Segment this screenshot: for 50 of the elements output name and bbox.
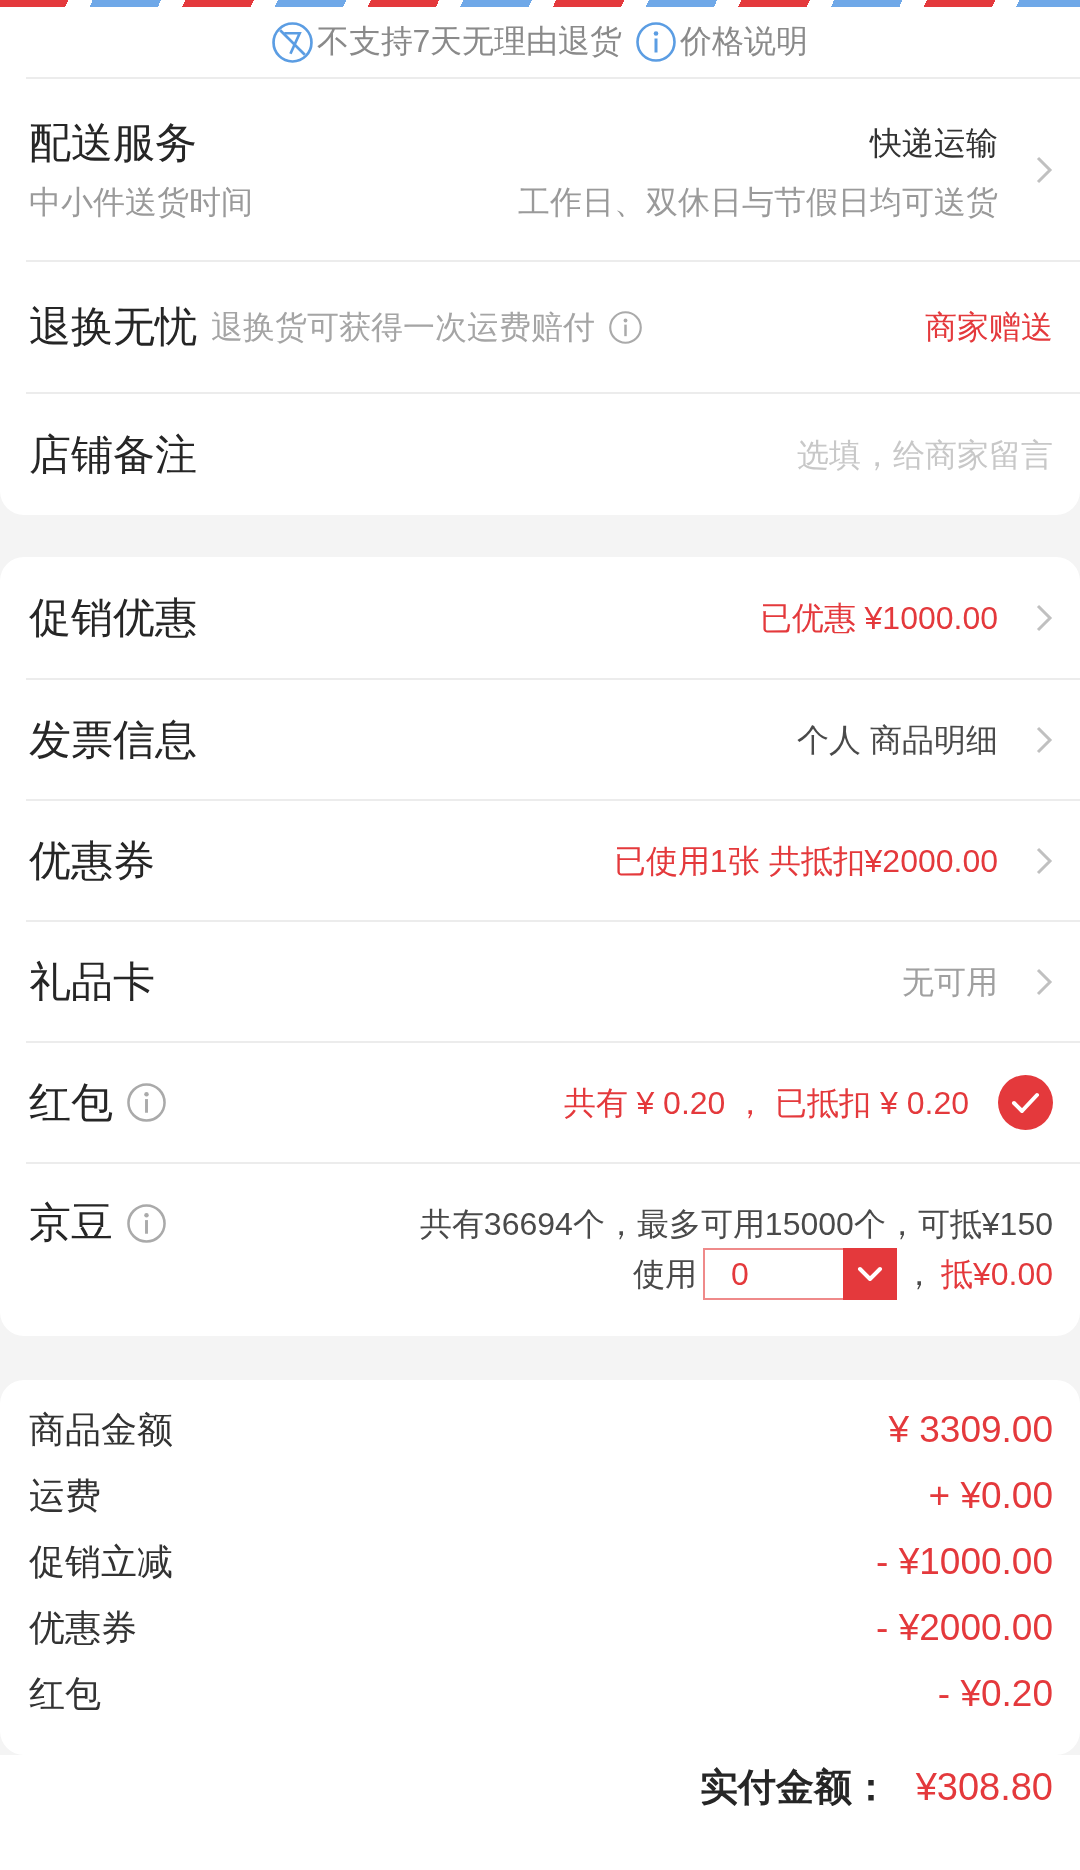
summary-amount: ¥ 3309.00 — [888, 1409, 1053, 1451]
row-value: 商家赠送 — [925, 308, 1053, 347]
notice-text: 不支持7天无理由退货 — [316, 22, 623, 61]
info-icon[interactable] — [127, 1083, 166, 1122]
notice-text: 价格说明 — [680, 22, 809, 61]
info-icon[interactable] — [127, 1203, 166, 1243]
info-icon[interactable] — [609, 310, 642, 344]
chevron-down-icon[interactable] — [842, 1248, 897, 1300]
summary-label: 促销立减 — [29, 1539, 173, 1584]
summary-amount: - ¥0.20 — [937, 1673, 1053, 1715]
deduction-amount: 抵¥0.00 — [940, 1255, 1053, 1294]
summary-label: 商品金额 — [29, 1407, 173, 1452]
row-title: 红包 — [29, 1077, 113, 1128]
row-value: 共有 ¥ 0.20 ， 已抵扣 ¥ 0.20 — [563, 1083, 969, 1123]
row-title: 配送服务 — [29, 117, 198, 168]
summary-amount: - ¥2000.00 — [876, 1607, 1053, 1649]
summary-label: 优惠券 — [29, 1605, 137, 1650]
chevron-right-icon[interactable] — [1035, 845, 1053, 876]
beans-summary: 共有36694个，最多可用15000个，可抵¥150 — [419, 1205, 1053, 1244]
row-value: 已使用1张 共抵扣¥2000.00 — [613, 841, 998, 881]
chevron-right-icon[interactable] — [1035, 154, 1053, 185]
crossed-circle-icon — [271, 21, 313, 63]
chevron-right-icon[interactable] — [1035, 602, 1053, 633]
summary-amount: - ¥1000.00 — [876, 1541, 1053, 1583]
row-title: 京豆 — [29, 1198, 113, 1248]
row-title: 礼品卡 — [29, 956, 155, 1007]
row-title: 店铺备注 — [29, 429, 197, 480]
row-title: 发票信息 — [29, 714, 197, 765]
row-value: 个人 商品明细 — [797, 720, 998, 760]
row-title: 促销优惠 — [29, 592, 197, 643]
use-label: 使用 — [632, 1255, 697, 1294]
delivery-method: 快递运输 — [870, 123, 998, 163]
check-circle-icon[interactable] — [998, 1075, 1053, 1130]
row-title: 优惠券 — [29, 835, 155, 886]
separator-text: ， — [902, 1255, 935, 1294]
quantity-select[interactable]: 0 — [702, 1248, 897, 1300]
delivery-schedule: 工作日、双休日与节假日均可送货 — [518, 182, 998, 222]
total-amount: ¥308.80 — [915, 1765, 1053, 1810]
row-description: 退换货可获得一次运费赔付 — [211, 308, 595, 347]
row-value: 无可用 — [902, 962, 998, 1002]
summary-label: 红包 — [29, 1671, 101, 1716]
summary-label: 运费 — [29, 1473, 101, 1518]
delivery-subtitle: 中小件送货时间 — [29, 182, 253, 222]
chevron-right-icon[interactable] — [1035, 724, 1053, 755]
info-icon[interactable] — [636, 22, 677, 62]
row-value: 已优惠 ¥1000.00 — [759, 598, 998, 638]
row-title: 退换无忧 — [29, 302, 197, 352]
total-label: 实付金额： — [699, 1765, 890, 1810]
chevron-right-icon[interactable] — [1035, 966, 1053, 997]
summary-amount: + ¥0.00 — [928, 1475, 1053, 1517]
